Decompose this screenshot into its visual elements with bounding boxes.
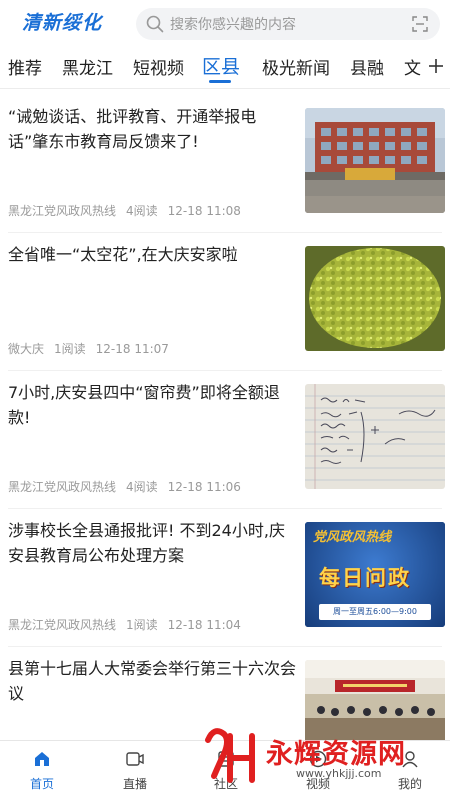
tab-short-video[interactable]: 短视频	[133, 54, 184, 79]
news-source: 黑龙江党风政风热线	[8, 618, 117, 632]
active-tab-indicator	[209, 80, 231, 83]
news-item[interactable]: 全省唯一“太空花”,在大庆安家啦 微大庆 1阅读 12-18 11:07	[0, 238, 450, 368]
news-source: 微大庆	[8, 342, 45, 356]
search-icon	[146, 15, 164, 33]
search-placeholder: 搜索你感兴趣的内容	[170, 17, 296, 33]
home-icon	[35, 752, 49, 766]
news-thumbnail[interactable]	[305, 246, 445, 351]
app-header: 清新绥化 搜索你感兴趣的内容	[0, 0, 450, 48]
tab-recommend[interactable]: 推荐	[8, 54, 42, 79]
news-title[interactable]: 全省唯一“太空花”,在大庆安家啦	[8, 242, 296, 267]
news-thumbnail[interactable]	[305, 108, 445, 213]
news-title[interactable]: “诫勉谈话、批评教育、开通举报电话”肇东市教育局反馈来了!	[8, 104, 296, 154]
news-separator	[8, 508, 442, 509]
tab-heilongjiang[interactable]: 黑龙江	[62, 54, 113, 79]
news-title[interactable]: 涉事校长全县通报批评! 不到24小时,庆安县教育局公布处理方案	[8, 518, 296, 568]
news-source: 黑龙江党风政风热线	[8, 204, 117, 218]
banner-headline: 每日问政	[319, 566, 411, 590]
news-reads: 1阅读	[54, 342, 86, 356]
news-time: 12-18 11:08	[167, 204, 241, 218]
news-reads: 4阅读	[126, 480, 158, 494]
news-meta: 黑龙江党风政风热线 4阅读 12-18 11:06	[8, 478, 251, 495]
banner-title: 党风政风热线	[313, 530, 392, 545]
search-bar[interactable]: 搜索你感兴趣的内容	[136, 8, 440, 40]
nav-label: 直播	[122, 777, 147, 790]
news-item[interactable]: 涉事校长全县通报批评! 不到24小时,庆安县教育局公布处理方案 黑龙江党风政风热…	[0, 514, 450, 644]
news-reads: 1阅读	[126, 618, 158, 632]
live-video-icon	[126, 752, 144, 766]
tab-county-media[interactable]: 县融	[350, 54, 384, 79]
tab-county[interactable]: 区县	[202, 52, 240, 79]
news-source: 黑龙江党风政风热线	[8, 480, 117, 494]
news-separator	[8, 646, 442, 647]
news-time: 12-18 11:04	[167, 618, 241, 632]
app-logo[interactable]: 清新绥化	[22, 8, 102, 35]
news-thumbnail[interactable]	[305, 384, 445, 489]
news-time: 12-18 11:07	[95, 342, 169, 356]
scan-icon[interactable]	[412, 16, 428, 32]
news-title[interactable]: 县第十七届人大常委会举行第三十六次会议	[8, 656, 296, 706]
news-item[interactable]: “诫勉谈话、批评教育、开通举报电话”肇东市教育局反馈来了! 黑龙江党风政风热线 4…	[0, 100, 450, 230]
tab-culture[interactable]: 文	[404, 54, 421, 79]
green-flower-photo	[305, 246, 445, 351]
news-thumbnail[interactable]: 党风政风热线 每日问政 周一至周五6:00—9:00	[305, 522, 445, 627]
school-building-photo	[305, 108, 445, 213]
channel-tabs: 推荐 黑龙江 短视频 区县 极光新闻 县融 文	[0, 50, 450, 84]
handwritten-notebook-photo	[305, 384, 445, 489]
watermark: 永辉资源网 www.yhkjjj.com	[200, 720, 450, 790]
news-separator	[8, 232, 442, 233]
watermark-text: 永辉资源网	[266, 739, 406, 770]
banner-schedule: 周一至周五6:00—9:00	[319, 604, 431, 620]
nav-label: 首页	[29, 777, 54, 790]
news-meta: 黑龙江党风政风热线 1阅读 12-18 11:04	[8, 616, 251, 633]
news-item[interactable]: 7小时,庆安县四中“窗帘费”即将全额退款! 黑龙江党风政风热线 4阅读 12-18 …	[0, 376, 450, 506]
news-title[interactable]: 7小时,庆安县四中“窗帘费”即将全额退款!	[8, 380, 296, 430]
news-reads: 4阅读	[126, 204, 158, 218]
news-time: 12-18 11:06	[167, 480, 241, 494]
add-channel-icon[interactable]	[426, 56, 446, 76]
watermark-url: www.yhkjjj.com	[296, 767, 382, 780]
news-separator	[8, 370, 442, 371]
header-divider	[0, 88, 450, 89]
news-meta: 微大庆 1阅读 12-18 11:07	[8, 340, 179, 357]
tab-aurora-news[interactable]: 极光新闻	[262, 54, 330, 79]
nav-home[interactable]: 首页	[12, 741, 72, 790]
nav-live[interactable]: 直播	[105, 741, 165, 790]
news-meta: 黑龙江党风政风热线 4阅读 12-18 11:08	[8, 202, 251, 219]
